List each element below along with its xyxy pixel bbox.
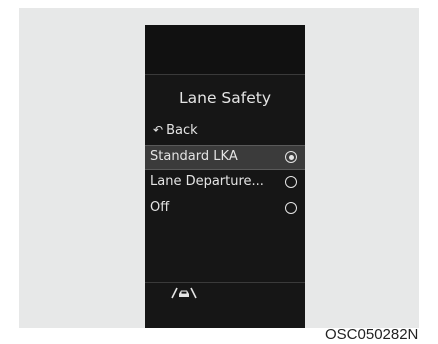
figure-code: OSC050282N xyxy=(325,326,419,343)
option-lane-departure[interactable]: Lane Departure... xyxy=(145,171,305,194)
back-arrow-icon: ↶ xyxy=(153,123,164,137)
option-off[interactable]: Off xyxy=(145,197,305,220)
cluster-display: Lane Safety ↶ Back Standard LKA Lane Depa… xyxy=(145,25,305,328)
back-label: Back xyxy=(166,123,198,138)
footer-divider xyxy=(145,282,305,283)
display-header-band xyxy=(145,25,305,74)
option-label: Off xyxy=(150,200,170,215)
menu-title: Lane Safety xyxy=(178,89,271,107)
header-divider xyxy=(145,74,305,75)
back-button[interactable]: ↶ Back xyxy=(153,122,198,139)
radio-empty-icon[interactable] xyxy=(285,202,297,214)
radio-selected-icon[interactable] xyxy=(285,151,297,163)
radio-dot xyxy=(288,154,294,160)
radio-empty-icon[interactable] xyxy=(285,176,297,188)
option-label: Lane Departure... xyxy=(150,174,264,189)
lane-assist-icon xyxy=(171,287,197,299)
option-label: Standard LKA xyxy=(150,149,238,164)
option-standard-lka[interactable]: Standard LKA xyxy=(145,145,305,170)
